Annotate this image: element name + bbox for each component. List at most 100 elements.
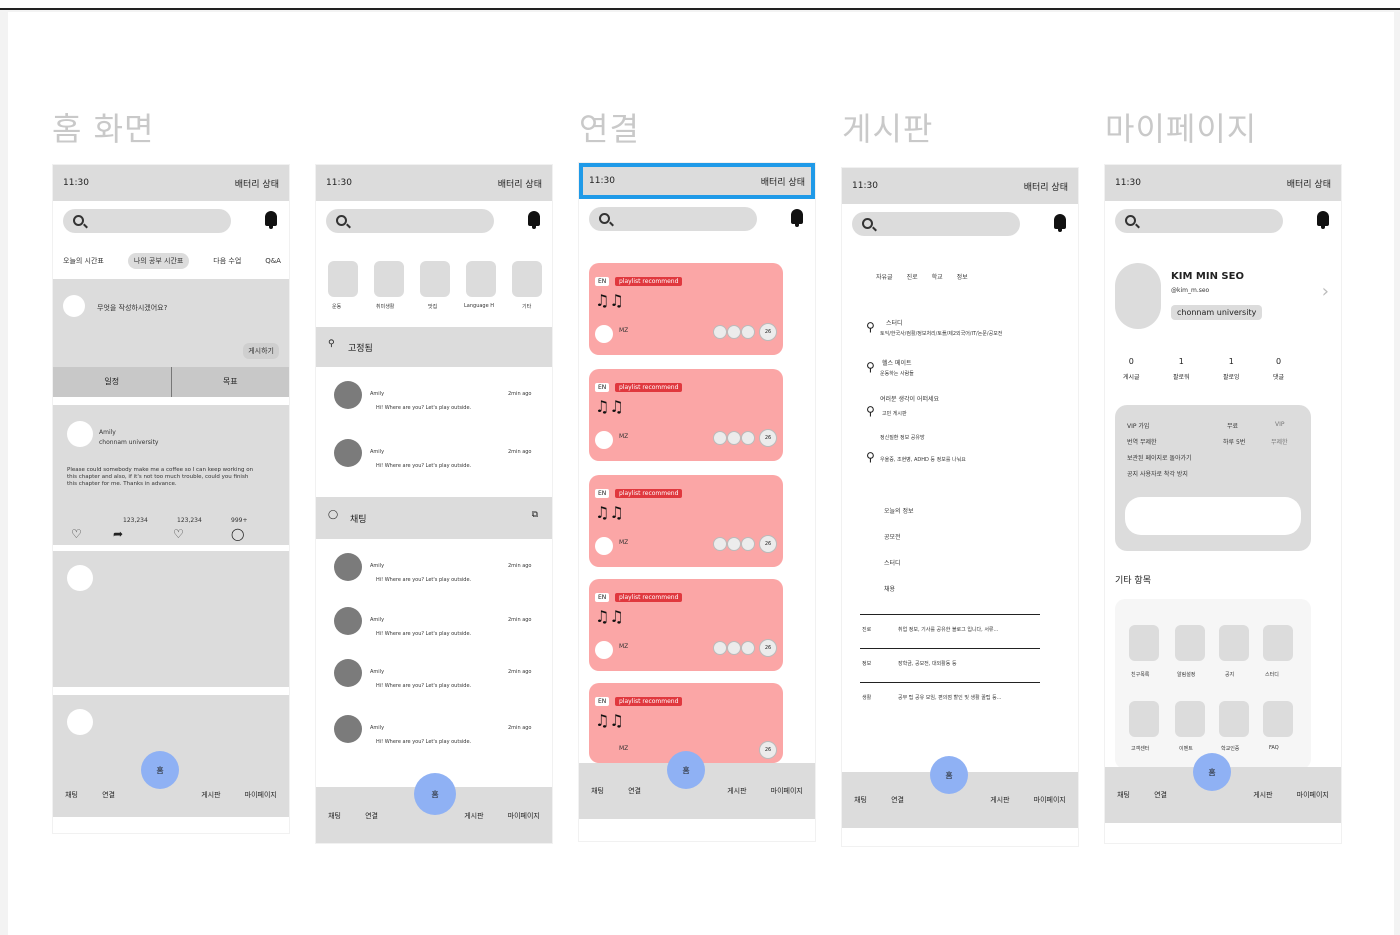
search-input[interactable]: [852, 212, 1020, 236]
menu-icon[interactable]: [1219, 701, 1249, 737]
tab-study[interactable]: 나의 공부 시간표: [127, 253, 190, 269]
menu-icon[interactable]: [1263, 625, 1293, 661]
category-icon[interactable]: [512, 261, 542, 297]
menu-icon[interactable]: [1175, 625, 1205, 661]
pinned-header: ⚲ 고정됨: [316, 327, 552, 367]
home-fab[interactable]: 홈: [141, 751, 179, 789]
bell-icon[interactable]: [791, 209, 803, 227]
tab-qa[interactable]: Q&A: [265, 257, 281, 265]
nav-connect[interactable]: 연결: [365, 811, 378, 821]
nav-board[interactable]: 게시판: [464, 811, 483, 821]
menu-icon[interactable]: [1219, 625, 1249, 661]
category-icon[interactable]: [374, 261, 404, 297]
music-notes-icon: ♫♫: [595, 291, 624, 310]
home-fab[interactable]: 홈: [930, 756, 968, 794]
stat-posts[interactable]: 0 게시글: [1123, 357, 1140, 381]
category-icon[interactable]: [328, 261, 358, 297]
filter-career[interactable]: 진로: [907, 272, 918, 281]
stat-following[interactable]: 1 팔로잉: [1223, 357, 1240, 381]
search-input[interactable]: [326, 209, 494, 233]
tab-next-class[interactable]: 다음 수업: [213, 256, 241, 266]
heart-icon[interactable]: ♡: [173, 527, 184, 541]
nav-mypage[interactable]: 마이페이지: [508, 811, 540, 821]
nav-mypage[interactable]: 마이페이지: [245, 790, 277, 800]
nav-connect[interactable]: 연결: [891, 795, 904, 805]
nav-chat[interactable]: 채팅: [65, 790, 78, 800]
nav-board[interactable]: 게시판: [727, 786, 746, 796]
list-value[interactable]: 취업 정보, 기사를 공유한 블로그 입니다, 서류...: [898, 626, 998, 633]
home-fab[interactable]: 홈: [667, 751, 705, 789]
nav-chat[interactable]: 채팅: [854, 795, 867, 805]
menu-icon[interactable]: [1129, 625, 1159, 661]
nav-board[interactable]: 게시판: [1253, 790, 1272, 800]
card-name: MZ: [619, 327, 629, 334]
chat-time: 2min ago: [508, 563, 532, 569]
category-icon[interactable]: [420, 261, 450, 297]
nav-board[interactable]: 게시판: [201, 790, 220, 800]
home-fab[interactable]: 홈: [1193, 753, 1231, 791]
playlist-card[interactable]: EN playlist recommend ♫♫ MZ 26: [589, 475, 783, 567]
nav-connect[interactable]: 연결: [1154, 790, 1167, 800]
filter-info[interactable]: 정보: [957, 272, 968, 281]
board-post-title[interactable]: 헬스 메이트: [882, 358, 912, 367]
member-count: 26: [759, 639, 777, 657]
tab-timetable[interactable]: 오늘의 시간표: [63, 256, 104, 266]
bell-icon[interactable]: [265, 211, 277, 229]
nav-mypage[interactable]: 마이페이지: [771, 786, 803, 796]
playlist-card[interactable]: EN playlist recommend ♫♫ MZ 26: [589, 579, 783, 671]
playlist-card[interactable]: EN playlist recommend ♫♫ MZ 26: [589, 263, 783, 355]
stat-number: 0: [1275, 357, 1282, 366]
category-icon[interactable]: [466, 261, 496, 297]
board-post-title[interactable]: 정신질환 정보 공유방: [880, 434, 925, 441]
pinned-title: 고정됨: [348, 344, 373, 354]
new-chat-icon[interactable]: ⧉: [532, 510, 538, 520]
bell-icon[interactable]: [1317, 211, 1329, 229]
comment-icon[interactable]: ◯: [231, 527, 244, 541]
board-post-title[interactable]: 여러분 생각이 어떠세요: [880, 394, 939, 403]
chevron-right-icon[interactable]: ›: [1322, 281, 1329, 302]
nav-chat[interactable]: 채팅: [1117, 790, 1130, 800]
stat-followers[interactable]: 1 팔로워: [1173, 357, 1190, 381]
post-button[interactable]: 게시하기: [243, 343, 279, 359]
toggle-goal[interactable]: 목표: [172, 367, 290, 397]
nav-mypage[interactable]: 마이페이지: [1034, 795, 1066, 805]
nav-mypage[interactable]: 마이페이지: [1297, 790, 1329, 800]
board-cat[interactable]: 스터디: [884, 558, 901, 567]
vip-input[interactable]: [1125, 497, 1301, 535]
nav-chat[interactable]: 채팅: [591, 786, 604, 796]
nav-connect[interactable]: 연결: [102, 790, 115, 800]
menu-icon[interactable]: [1263, 701, 1293, 737]
status-bar: 11:30 배터리 상태: [53, 165, 289, 201]
search-input[interactable]: [589, 207, 757, 231]
list-key: 정보: [862, 661, 872, 667]
nav-chat[interactable]: 채팅: [328, 811, 341, 821]
stat-comments[interactable]: 0 댓글: [1273, 357, 1284, 381]
board-cat[interactable]: 공모전: [884, 532, 901, 541]
list-value[interactable]: 공부 팁 공유 모임, 편의점 할인 및 생활 꿀팁 등...: [898, 694, 1001, 701]
menu-icon[interactable]: [1129, 701, 1159, 737]
phone-chat: 11:30 배터리 상태 운동 취미생활 맛집 Language H 기타 ⚲ …: [315, 164, 553, 844]
filter-free[interactable]: 자유글: [876, 272, 893, 281]
list-value[interactable]: 장학금, 공모전, 대외활동 등: [898, 660, 957, 667]
filter-school[interactable]: 학교: [932, 272, 943, 281]
board-cat[interactable]: 오늘의 정보: [884, 506, 914, 515]
profile-avatar[interactable]: [1115, 263, 1161, 329]
home-fab[interactable]: 홈: [414, 773, 456, 815]
nav-board[interactable]: 게시판: [990, 795, 1009, 805]
section-title-board: 게시판: [842, 110, 934, 148]
bookmark-icon[interactable]: ♡: [71, 527, 82, 541]
toggle-schedule[interactable]: 일정: [53, 367, 172, 397]
bell-icon[interactable]: [528, 211, 540, 229]
search-input[interactable]: [1115, 209, 1283, 233]
menu-icon[interactable]: [1175, 701, 1205, 737]
board-cat[interactable]: 채용: [884, 584, 895, 593]
nav-connect[interactable]: 연결: [628, 786, 641, 796]
compose-prompt[interactable]: 무엇을 작성하시겠어요?: [97, 303, 167, 313]
board-post-title[interactable]: 스터디: [886, 318, 903, 327]
search-input[interactable]: [63, 209, 231, 233]
playlist-card[interactable]: EN playlist recommend ♫♫ MZ 26: [589, 369, 783, 461]
bell-icon[interactable]: [1054, 214, 1066, 232]
chat-user: Amily: [370, 617, 385, 623]
share-icon[interactable]: ➦: [113, 527, 123, 541]
lang-tag: EN: [595, 593, 610, 602]
